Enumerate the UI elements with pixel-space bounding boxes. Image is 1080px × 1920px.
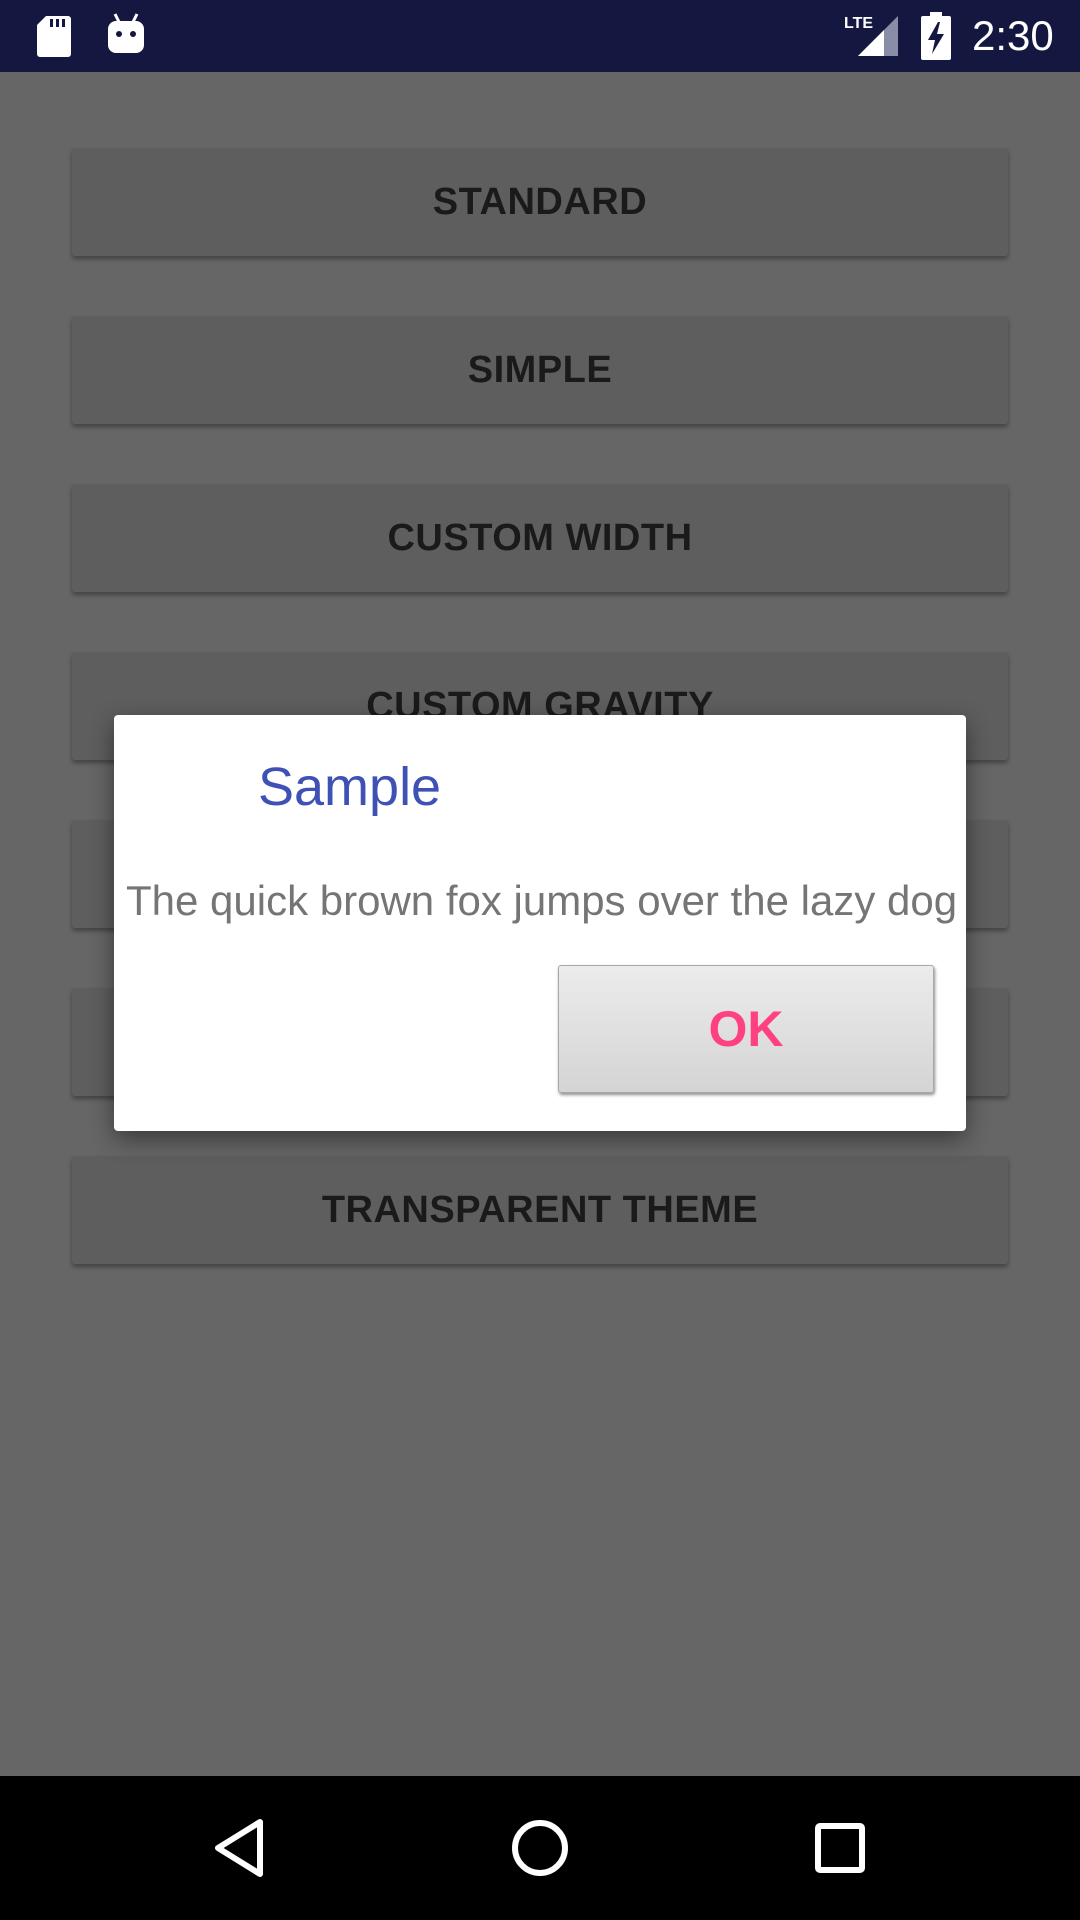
transparent-theme-button[interactable]: TRANSPARENT THEME — [72, 1156, 1008, 1264]
recents-icon[interactable] — [804, 1812, 876, 1884]
custom-width-button[interactable]: CUSTOM WIDTH — [72, 484, 1008, 592]
standard-button[interactable]: STANDARD — [72, 148, 1008, 256]
sample-dialog: Sample The quick brown fox jumps over th… — [114, 715, 966, 1131]
home-icon[interactable] — [504, 1812, 576, 1884]
back-icon[interactable] — [204, 1812, 276, 1884]
android-debug-icon — [108, 13, 144, 53]
dialog-message: The quick brown fox jumps over the lazy … — [126, 877, 958, 924]
battery-charging-icon — [921, 12, 951, 60]
network-label: LTE — [844, 15, 873, 32]
lte-signal-icon: LTE — [844, 15, 898, 56]
status-clock: 2:30 — [972, 12, 1054, 59]
status-bar: LTE 2:30 — [0, 0, 1080, 72]
ok-button[interactable]: OK — [558, 965, 934, 1093]
sd-card-icon — [37, 16, 71, 57]
navigation-bar — [0, 1776, 1080, 1920]
simple-button[interactable]: SIMPLE — [72, 316, 1008, 424]
dialog-title: Sample — [258, 757, 442, 817]
